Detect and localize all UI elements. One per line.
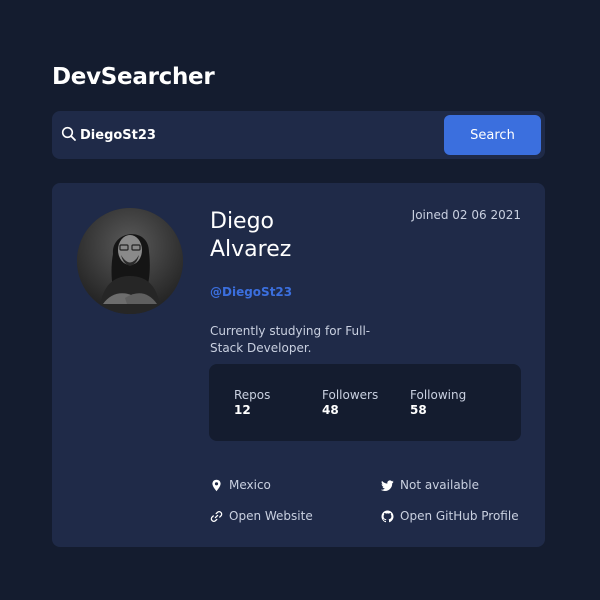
github-row[interactable]: Open GitHub Profile — [381, 509, 519, 523]
profile-bio: Currently studying for Full-Stack Develo… — [210, 324, 371, 355]
location-text: Mexico — [229, 478, 271, 492]
stat-followers: Followers 48 — [322, 388, 378, 418]
stat-value: 58 — [410, 403, 427, 417]
profile-card: Diego Alvarez Joined 02 06 2021 @DiegoSt… — [52, 183, 545, 547]
website-text: Open Website — [229, 509, 313, 523]
twitter-row: Not available — [381, 478, 479, 492]
github-text: Open GitHub Profile — [400, 509, 519, 523]
search-icon — [61, 126, 76, 141]
stat-label: Repos — [234, 388, 271, 402]
avatar — [77, 208, 183, 314]
twitter-icon — [381, 479, 394, 491]
location-row: Mexico — [210, 478, 271, 492]
joined-date: Joined 02 06 2021 — [411, 208, 521, 222]
profile-name: Diego Alvarez — [210, 209, 292, 262]
stat-value: 12 — [234, 403, 251, 417]
stat-value: 48 — [322, 403, 339, 417]
website-row[interactable]: Open Website — [210, 509, 313, 523]
stat-label: Followers — [322, 388, 379, 402]
app-title: DevSearcher — [52, 64, 215, 90]
search-button[interactable]: Search — [444, 115, 541, 155]
search-bar: Search — [52, 111, 545, 159]
stats-panel: Repos 12 Followers 48 Following 58 — [209, 364, 521, 441]
location-pin-icon — [212, 479, 221, 491]
stat-following: Following 58 — [410, 388, 466, 418]
github-icon — [381, 510, 394, 522]
link-icon — [210, 510, 223, 522]
profile-login-link[interactable]: @DiegoSt23 — [210, 285, 292, 299]
stat-repos: Repos 12 — [234, 388, 270, 418]
search-input[interactable] — [80, 121, 380, 149]
stat-label: Following — [410, 388, 467, 402]
twitter-text: Not available — [400, 478, 480, 492]
